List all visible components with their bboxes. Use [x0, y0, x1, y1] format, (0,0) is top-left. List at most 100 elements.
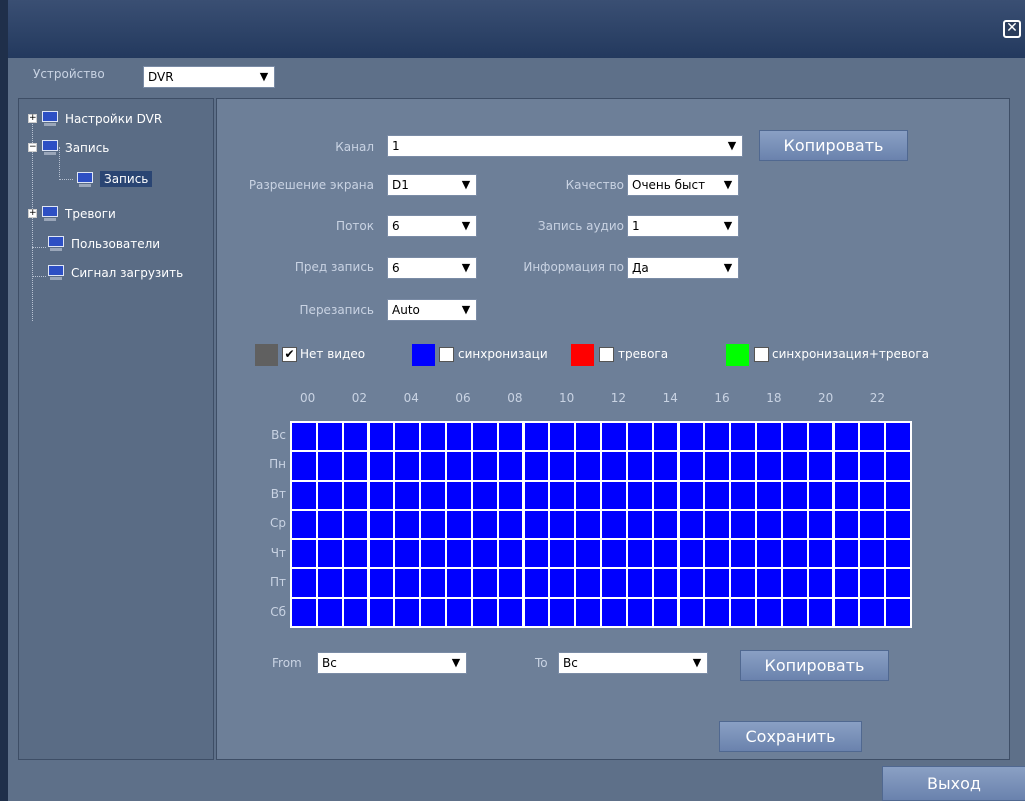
schedule-cell[interactable]: [395, 540, 420, 568]
schedule-cell[interactable]: [421, 452, 445, 480]
schedule-cell[interactable]: [731, 598, 755, 626]
schedule-cell[interactable]: [602, 510, 626, 539]
schedule-cell[interactable]: [550, 540, 575, 568]
schedule-cell[interactable]: [447, 598, 471, 626]
overwrite-select[interactable]: Auto ▼: [387, 299, 477, 321]
schedule-cell[interactable]: [292, 481, 316, 509]
schedule-cell[interactable]: [834, 423, 859, 451]
schedule-cell[interactable]: [705, 510, 730, 539]
schedule-cell[interactable]: [395, 481, 420, 509]
schedule-cell[interactable]: [317, 452, 342, 480]
schedule-cell[interactable]: [317, 481, 342, 509]
schedule-cell[interactable]: [602, 569, 626, 597]
schedule-cell[interactable]: [679, 598, 704, 626]
schedule-cell[interactable]: [369, 452, 394, 480]
schedule-cell[interactable]: [886, 569, 910, 597]
schedule-cell[interactable]: [524, 423, 549, 451]
prerecord-select[interactable]: 6 ▼: [387, 257, 477, 279]
schedule-cell[interactable]: [834, 540, 859, 568]
schedule-cell[interactable]: [369, 510, 394, 539]
schedule-cell[interactable]: [550, 452, 575, 480]
schedule-cell[interactable]: [808, 452, 833, 480]
schedule-cell[interactable]: [602, 452, 626, 480]
schedule-cell[interactable]: [524, 598, 549, 626]
copy-channel-button[interactable]: Копировать: [759, 130, 908, 161]
schedule-cell[interactable]: [782, 569, 807, 597]
schedule-cell[interactable]: [576, 569, 600, 597]
exit-button[interactable]: Выход: [882, 766, 1025, 801]
schedule-cell[interactable]: [860, 452, 885, 480]
schedule-cell[interactable]: [472, 481, 497, 509]
schedule-cell[interactable]: [343, 569, 368, 597]
tree-item-alarms[interactable]: + Тревоги: [28, 206, 116, 221]
schedule-cell[interactable]: [627, 540, 652, 568]
schedule-cell[interactable]: [679, 481, 704, 509]
schedule-cell[interactable]: [679, 510, 704, 539]
from-day-select[interactable]: Вс ▼: [317, 652, 467, 674]
schedule-cell[interactable]: [472, 452, 497, 480]
schedule-cell[interactable]: [731, 569, 755, 597]
schedule-cell[interactable]: [731, 481, 755, 509]
schedule-cell[interactable]: [498, 481, 523, 509]
schedule-cell[interactable]: [782, 423, 807, 451]
close-button[interactable]: ✕: [1003, 20, 1021, 38]
schedule-cell[interactable]: [653, 510, 678, 539]
schedule-cell[interactable]: [808, 510, 833, 539]
schedule-cell[interactable]: [627, 423, 652, 451]
schedule-cell[interactable]: [886, 598, 910, 626]
schedule-cell[interactable]: [860, 540, 885, 568]
schedule-cell[interactable]: [602, 540, 626, 568]
schedule-cell[interactable]: [860, 598, 885, 626]
schedule-cell[interactable]: [421, 569, 445, 597]
schedule-cell[interactable]: [653, 569, 678, 597]
schedule-cell[interactable]: [498, 510, 523, 539]
tree-item-record[interactable]: − Запись: [28, 140, 109, 155]
schedule-cell[interactable]: [602, 481, 626, 509]
tree-item-record-sub[interactable]: Запись: [76, 171, 153, 187]
schedule-cell[interactable]: [705, 423, 730, 451]
schedule-cell[interactable]: [757, 540, 781, 568]
schedule-cell[interactable]: [292, 452, 316, 480]
schedule-cell[interactable]: [705, 481, 730, 509]
schedule-grid[interactable]: [290, 421, 912, 628]
schedule-cell[interactable]: [369, 598, 394, 626]
schedule-cell[interactable]: [576, 481, 600, 509]
schedule-cell[interactable]: [834, 510, 859, 539]
schedule-cell[interactable]: [757, 423, 781, 451]
legend-sync-checkbox[interactable]: [439, 347, 454, 362]
schedule-cell[interactable]: [653, 598, 678, 626]
schedule-cell[interactable]: [472, 540, 497, 568]
schedule-cell[interactable]: [834, 598, 859, 626]
schedule-cell[interactable]: [782, 481, 807, 509]
schedule-cell[interactable]: [421, 598, 445, 626]
schedule-cell[interactable]: [447, 481, 471, 509]
schedule-cell[interactable]: [447, 569, 471, 597]
schedule-cell[interactable]: [524, 540, 549, 568]
schedule-cell[interactable]: [886, 452, 910, 480]
schedule-cell[interactable]: [705, 540, 730, 568]
schedule-cell[interactable]: [421, 510, 445, 539]
schedule-cell[interactable]: [653, 481, 678, 509]
schedule-cell[interactable]: [627, 481, 652, 509]
schedule-cell[interactable]: [498, 452, 523, 480]
schedule-cell[interactable]: [498, 423, 523, 451]
schedule-cell[interactable]: [550, 481, 575, 509]
schedule-cell[interactable]: [602, 598, 626, 626]
schedule-cell[interactable]: [550, 423, 575, 451]
schedule-cell[interactable]: [627, 569, 652, 597]
schedule-cell[interactable]: [757, 510, 781, 539]
audio-select[interactable]: 1 ▼: [627, 215, 739, 237]
schedule-cell[interactable]: [550, 510, 575, 539]
tree-item-users[interactable]: Пользователи: [47, 236, 160, 251]
device-select[interactable]: DVR ▼: [143, 66, 275, 88]
schedule-cell[interactable]: [860, 510, 885, 539]
collapse-icon[interactable]: −: [28, 143, 37, 152]
schedule-cell[interactable]: [808, 598, 833, 626]
schedule-cell[interactable]: [395, 423, 420, 451]
schedule-cell[interactable]: [705, 598, 730, 626]
schedule-cell[interactable]: [421, 423, 445, 451]
schedule-cell[interactable]: [576, 510, 600, 539]
schedule-cell[interactable]: [886, 540, 910, 568]
legend-sync-alarm-checkbox[interactable]: [754, 347, 769, 362]
stream-select[interactable]: 6 ▼: [387, 215, 477, 237]
